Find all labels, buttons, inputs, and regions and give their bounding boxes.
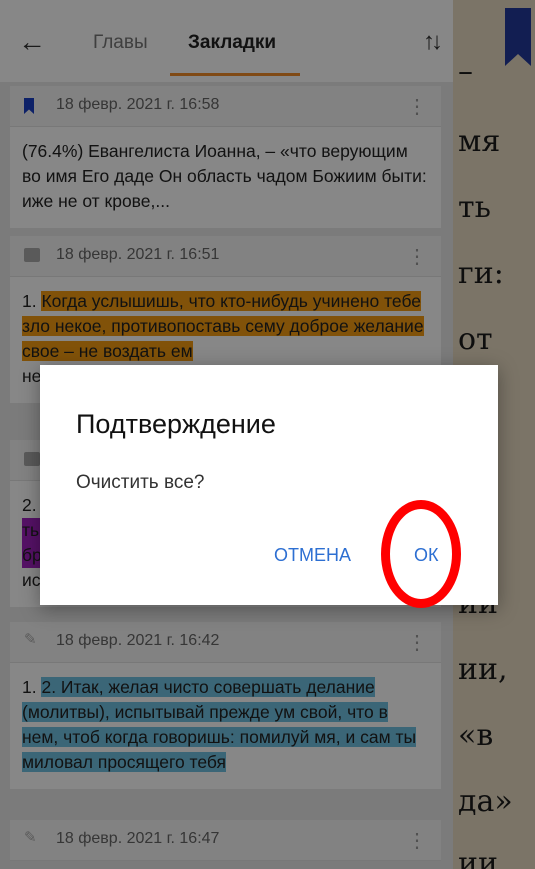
- dialog-message: Очистить все?: [76, 472, 205, 493]
- dialog-title: Подтверждение: [76, 409, 276, 439]
- app-root: – мя ть ги: от с е ии ии ии, «в да» ии ←…: [0, 0, 535, 869]
- annotation-circle: [381, 500, 461, 608]
- cancel-button[interactable]: ОТМЕНА: [274, 545, 351, 566]
